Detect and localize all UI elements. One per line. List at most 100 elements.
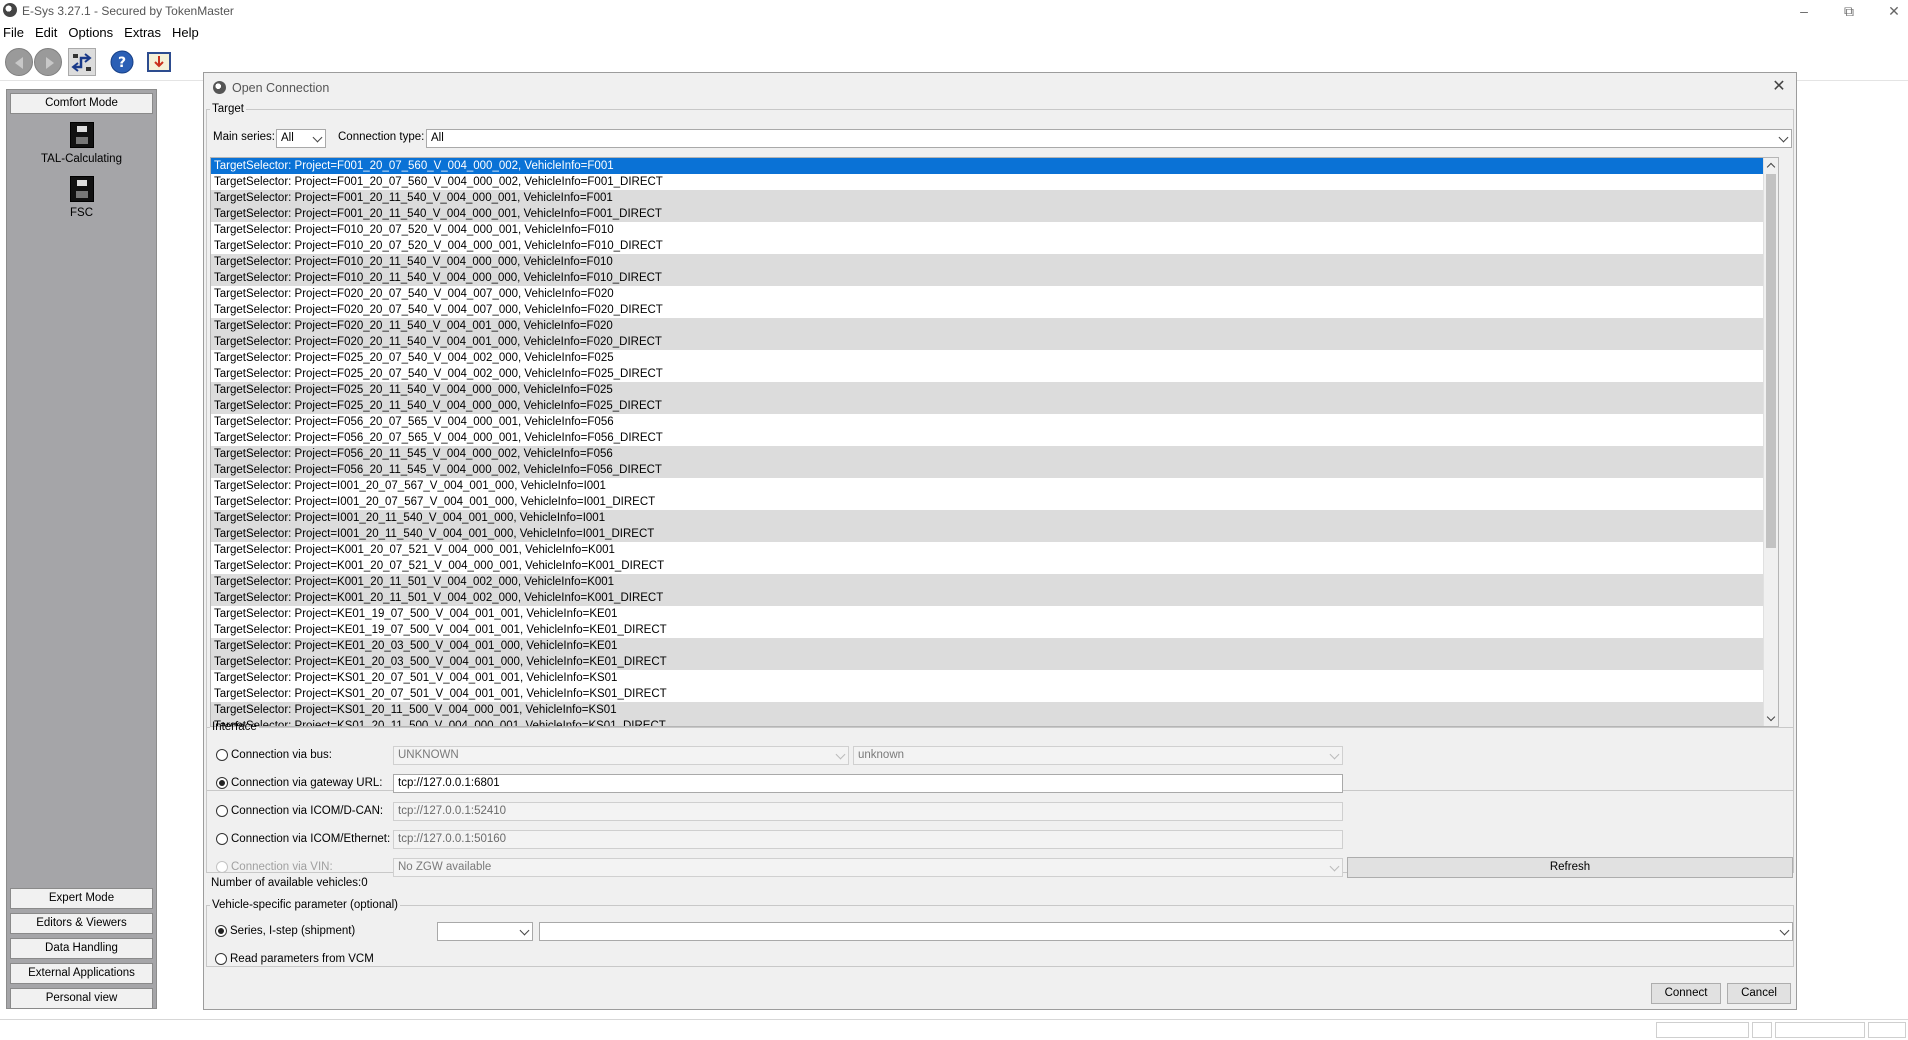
target-list-item[interactable]: TargetSelector: Project=KS01_20_11_500_V…: [211, 702, 1766, 718]
icom-ethernet-radio[interactable]: [216, 833, 228, 845]
target-list-item[interactable]: TargetSelector: Project=I001_20_11_540_V…: [211, 510, 1766, 526]
connection-icon[interactable]: [68, 48, 96, 76]
close-icon[interactable]: ✕: [1874, 0, 1908, 22]
read-vcm-label: Read parameters from VCM: [230, 953, 374, 965]
chevron-down-icon: [312, 132, 323, 143]
target-list-item[interactable]: TargetSelector: Project=F056_20_11_545_V…: [211, 462, 1766, 478]
vin-dropdown[interactable]: No ZGW available: [393, 858, 1343, 877]
bus-label: Connection via bus:: [231, 749, 333, 761]
refresh-button[interactable]: Refresh: [1347, 857, 1793, 878]
target-list-item[interactable]: TargetSelector: Project=I001_20_11_540_V…: [211, 526, 1766, 542]
target-list-item[interactable]: TargetSelector: Project=F020_20_11_540_V…: [211, 318, 1766, 334]
restore-icon[interactable]: ⧉: [1829, 0, 1869, 22]
target-list-item[interactable]: TargetSelector: Project=K001_20_07_521_V…: [211, 558, 1766, 574]
menu-edit[interactable]: Edit: [29, 22, 62, 42]
icom-ethernet-input[interactable]: tcp://127.0.0.1:50160: [393, 830, 1343, 849]
gateway-radio[interactable]: [216, 777, 228, 789]
target-legend: Target: [212, 103, 244, 115]
series-istep-label: Series, I-step (shipment): [230, 925, 356, 937]
gateway-url-input[interactable]: tcp://127.0.0.1:6801: [393, 774, 1343, 793]
forward-icon[interactable]: [34, 48, 62, 76]
chevron-down-icon: [1329, 749, 1340, 760]
dialog-close-icon[interactable]: ✕: [1768, 76, 1790, 98]
expert-mode-button[interactable]: Expert Mode: [10, 888, 153, 909]
connect-button[interactable]: Connect: [1651, 983, 1721, 1004]
tal-calculating-tool[interactable]: TAL-Calculating: [7, 122, 156, 165]
target-list-item[interactable]: TargetSelector: Project=F001_20_11_540_V…: [211, 190, 1766, 206]
chevron-down-icon: [835, 749, 846, 760]
comfort-mode-button[interactable]: Comfort Mode: [10, 93, 153, 114]
istep-dropdown[interactable]: [539, 922, 1793, 941]
tal-calculating-label: TAL-Calculating: [41, 153, 122, 165]
icom-dcan-label: Connection via ICOM/D-CAN:: [231, 805, 384, 817]
menu-options[interactable]: Options: [62, 22, 118, 42]
dialog-title: Open Connection: [232, 81, 330, 95]
status-cell-4: [1868, 1022, 1906, 1038]
list-scrollbar[interactable]: [1763, 158, 1778, 726]
editors-viewers-button[interactable]: Editors & Viewers: [10, 913, 153, 934]
target-list-item[interactable]: TargetSelector: Project=K001_20_07_521_V…: [211, 542, 1766, 558]
external-applications-button[interactable]: External Applications: [10, 963, 153, 984]
target-list-item[interactable]: TargetSelector: Project=F001_20_11_540_V…: [211, 206, 1766, 222]
icom-dcan-radio[interactable]: [216, 805, 228, 817]
target-list-item[interactable]: TargetSelector: Project=F010_20_07_520_V…: [211, 238, 1766, 254]
target-list-item[interactable]: TargetSelector: Project=F020_20_11_540_V…: [211, 334, 1766, 350]
personal-view-button[interactable]: Personal view: [10, 988, 153, 1009]
help-glyph: ?: [110, 50, 134, 74]
target-list-item[interactable]: TargetSelector: Project=F010_20_11_540_V…: [211, 270, 1766, 286]
connection-type-label: Connection type:: [338, 131, 425, 143]
gateway-label: Connection via gateway URL:: [231, 777, 383, 789]
chevron-down-icon: [1779, 925, 1790, 936]
target-list-item[interactable]: TargetSelector: Project=F056_20_11_545_V…: [211, 446, 1766, 462]
target-list-item[interactable]: TargetSelector: Project=F001_20_07_560_V…: [211, 158, 1766, 174]
bus-value: UNKNOWN: [398, 749, 459, 761]
target-list-item[interactable]: TargetSelector: Project=KE01_20_03_500_V…: [211, 638, 1766, 654]
bus-dropdown[interactable]: UNKNOWN: [393, 746, 849, 765]
vin-label: Connection via VIN:: [231, 861, 333, 873]
target-list-item[interactable]: TargetSelector: Project=KE01_19_07_500_V…: [211, 622, 1766, 638]
target-list-item[interactable]: TargetSelector: Project=F025_20_07_540_V…: [211, 366, 1766, 382]
target-list-item[interactable]: TargetSelector: Project=I001_20_07_567_V…: [211, 478, 1766, 494]
fsc-label: FSC: [70, 207, 93, 219]
cancel-button[interactable]: Cancel: [1727, 983, 1791, 1004]
target-list-item[interactable]: TargetSelector: Project=F056_20_07_565_V…: [211, 414, 1766, 430]
target-list-item[interactable]: TargetSelector: Project=F025_20_11_540_V…: [211, 382, 1766, 398]
bus-radio[interactable]: [216, 749, 228, 761]
target-list-item[interactable]: TargetSelector: Project=F001_20_07_560_V…: [211, 174, 1766, 190]
vin-radio[interactable]: [216, 861, 228, 873]
target-list-item[interactable]: TargetSelector: Project=F025_20_07_540_V…: [211, 350, 1766, 366]
connection-type-dropdown[interactable]: All: [426, 129, 1792, 148]
minimize-icon[interactable]: –: [1784, 0, 1824, 22]
target-list-item[interactable]: TargetSelector: Project=F010_20_07_520_V…: [211, 222, 1766, 238]
target-list-item[interactable]: TargetSelector: Project=F020_20_07_540_V…: [211, 286, 1766, 302]
main-series-dropdown[interactable]: All: [276, 129, 326, 148]
menu-file[interactable]: File: [0, 22, 29, 42]
target-list-item[interactable]: TargetSelector: Project=K001_20_11_501_V…: [211, 574, 1766, 590]
target-list-item[interactable]: TargetSelector: Project=KE01_19_07_500_V…: [211, 606, 1766, 622]
target-list-item[interactable]: TargetSelector: Project=KS01_20_07_501_V…: [211, 670, 1766, 686]
series-istep-radio[interactable]: [215, 925, 227, 937]
icom-dcan-input[interactable]: tcp://127.0.0.1:52410: [393, 802, 1343, 821]
target-list-item[interactable]: TargetSelector: Project=F025_20_11_540_V…: [211, 398, 1766, 414]
target-list-item[interactable]: TargetSelector: Project=K001_20_11_501_V…: [211, 590, 1766, 606]
menu-bar: File Edit Options Extras Help: [0, 22, 1908, 42]
target-list-item[interactable]: TargetSelector: Project=F020_20_07_540_V…: [211, 302, 1766, 318]
read-vcm-radio[interactable]: [215, 953, 227, 965]
bus-protocol-dropdown[interactable]: unknown: [853, 746, 1343, 765]
scroll-up-icon[interactable]: [1764, 158, 1778, 172]
data-handling-button[interactable]: Data Handling: [10, 938, 153, 959]
fsc-tool[interactable]: FSC: [7, 176, 156, 219]
target-list-item[interactable]: TargetSelector: Project=I001_20_07_567_V…: [211, 494, 1766, 510]
back-icon[interactable]: [5, 48, 33, 76]
menu-extras[interactable]: Extras: [118, 22, 166, 42]
target-list[interactable]: TargetSelector: Project=F001_20_07_560_V…: [210, 157, 1779, 727]
target-list-item[interactable]: TargetSelector: Project=KS01_20_07_501_V…: [211, 686, 1766, 702]
target-list-item[interactable]: TargetSelector: Project=F056_20_07_565_V…: [211, 430, 1766, 446]
export-icon[interactable]: [145, 48, 173, 76]
menu-help[interactable]: Help: [166, 22, 204, 42]
series-dropdown[interactable]: [437, 922, 533, 941]
target-list-item[interactable]: TargetSelector: Project=F010_20_11_540_V…: [211, 254, 1766, 270]
help-icon[interactable]: ?: [108, 48, 136, 76]
target-list-item[interactable]: TargetSelector: Project=KE01_20_03_500_V…: [211, 654, 1766, 670]
scroll-thumb[interactable]: [1766, 174, 1776, 548]
